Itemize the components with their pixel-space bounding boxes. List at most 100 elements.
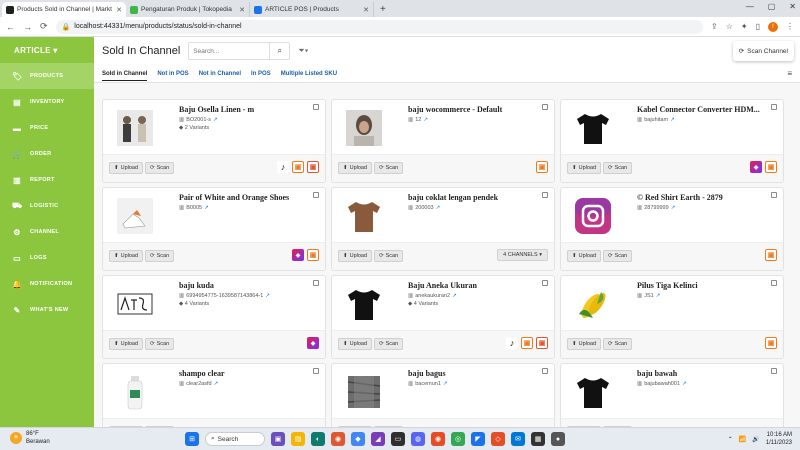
terminal-icon[interactable]: ▭ (391, 432, 405, 446)
upload-button[interactable]: ⬆Upload (567, 250, 602, 262)
tool-icon[interactable]: ◇ (491, 432, 505, 446)
product-name[interactable]: baju bawah (637, 369, 767, 378)
external-link-icon[interactable]: ↗ (656, 293, 661, 299)
chrome-profile-icon[interactable]: ◉ (431, 432, 445, 446)
select-checkbox[interactable] (542, 368, 548, 374)
close-tab-icon[interactable]: ✕ (239, 6, 245, 14)
obs-icon[interactable]: ● (551, 432, 565, 446)
tokopedia-icon[interactable]: ▣ (765, 161, 777, 173)
scan-button[interactable]: ⟳Scan (603, 250, 633, 262)
sidebar-item-what-s-new[interactable]: ✎ WHAT'S NEW (0, 297, 94, 323)
product-name[interactable]: baju bagus (408, 369, 538, 378)
tab-multiple-listed-sku[interactable]: Multiple Listed SKU (281, 71, 337, 77)
reload-icon[interactable]: ⟳ (40, 21, 48, 32)
star-icon[interactable]: ☆ (726, 22, 733, 31)
product-name[interactable]: baju wocommerce - Default (408, 105, 538, 114)
windows-start-icon[interactable]: ⊞ (185, 432, 199, 446)
select-checkbox[interactable] (771, 192, 777, 198)
app-icon[interactable]: ◎ (451, 432, 465, 446)
external-link-icon[interactable]: ↗ (214, 381, 219, 387)
external-link-icon[interactable]: ↗ (265, 293, 270, 299)
select-checkbox[interactable] (771, 280, 777, 286)
select-checkbox[interactable] (771, 104, 777, 110)
tokopedia-icon[interactable]: ▣ (307, 249, 319, 261)
back-icon[interactable]: ← (6, 22, 15, 32)
scan-channel-button[interactable]: ⟳ Scan Channel (732, 41, 794, 61)
photos-icon[interactable]: ▦ (531, 432, 545, 446)
upload-button[interactable]: ⬆Upload (567, 338, 602, 350)
filter-icon[interactable]: ⏷▾ (298, 46, 308, 56)
upload-button[interactable]: ⬆Upload (567, 162, 602, 174)
discord-icon[interactable]: ◍ (411, 432, 425, 446)
bukalapak-icon[interactable]: ◆ (750, 161, 762, 173)
shopee-icon[interactable]: ▣ (307, 161, 319, 173)
browser-menu-icon[interactable]: ⋮ (786, 22, 794, 31)
forward-icon[interactable]: → (23, 22, 32, 32)
sidebar-item-price[interactable]: ▬ PRICE (0, 115, 94, 141)
maximize-icon[interactable]: ▢ (768, 2, 776, 11)
volume-icon[interactable]: 🔊 (752, 436, 759, 443)
sidebar-item-logs[interactable]: ▭ LOGS (0, 245, 94, 271)
external-link-icon[interactable]: ↗ (436, 205, 441, 211)
browser-tab[interactable]: ARTICLE POS | Products ✕ (250, 2, 374, 17)
tab-sold-in-channel[interactable]: Sold in Channel (102, 71, 148, 81)
scan-button[interactable]: ⟳Scan (374, 338, 404, 350)
new-tab-button[interactable]: + (374, 4, 392, 17)
browser-tab[interactable]: Products Sold in Channel | Markt ✕ (2, 2, 126, 17)
select-checkbox[interactable] (313, 280, 319, 286)
close-tab-icon[interactable]: ✕ (363, 6, 369, 14)
upload-button[interactable]: ⬆Upload (338, 250, 373, 262)
chrome-icon[interactable]: ◉ (331, 432, 345, 446)
sidebar-item-logistic[interactable]: ⛟ LOGISTIC (0, 193, 94, 219)
scan-button[interactable]: ⟳Scan (374, 162, 404, 174)
select-checkbox[interactable] (542, 104, 548, 110)
sidebar-item-inventory[interactable]: ▤ INVENTORY (0, 89, 94, 115)
outlook-icon[interactable]: ✉ (511, 432, 525, 446)
scan-button[interactable]: ⟳Scan (603, 338, 633, 350)
close-window-icon[interactable]: ✕ (789, 2, 796, 11)
scan-button[interactable]: ⟳Scan (374, 250, 404, 262)
clock[interactable]: 10:16 AM 1/11/2023 (766, 431, 792, 447)
tokopedia-icon[interactable]: ▣ (292, 161, 304, 173)
external-link-icon[interactable]: ↗ (682, 381, 687, 387)
search-icon[interactable]: ⌕ (269, 43, 289, 59)
share-icon[interactable]: ⇪ (711, 22, 718, 31)
product-name[interactable]: Baju Aneka Ukuran (408, 281, 538, 290)
select-checkbox[interactable] (313, 192, 319, 198)
tokopedia-icon[interactable]: ▣ (536, 161, 548, 173)
product-name[interactable]: Pilus Tiga Kelinci (637, 281, 767, 290)
upload-button[interactable]: ⬆Upload (338, 162, 373, 174)
tiktok-icon[interactable]: ♪ (277, 161, 289, 173)
url-field[interactable]: 🔒 localhost:44331/menu/products/status/s… (55, 19, 704, 34)
product-name[interactable]: baju coklat lengan pendek (408, 193, 538, 202)
external-link-icon[interactable]: ↗ (671, 205, 676, 211)
tiktok-icon[interactable]: ♪ (506, 337, 518, 349)
external-link-icon[interactable]: ↗ (452, 293, 457, 299)
tokopedia-icon[interactable]: ▣ (765, 249, 777, 261)
brand-menu[interactable]: ARTICLE ▾ (0, 37, 94, 63)
file-explorer-icon[interactable]: ▤ (291, 432, 305, 446)
minimize-icon[interactable]: — (746, 2, 754, 11)
browser-tab[interactable]: Pengaturan Produk | Tokopedia ✕ (126, 2, 250, 17)
maps-icon[interactable]: ◆ (351, 432, 365, 446)
vscode-icon[interactable]: ◤ (471, 432, 485, 446)
select-checkbox[interactable] (542, 192, 548, 198)
meet-icon[interactable]: ▣ (271, 432, 285, 446)
external-link-icon[interactable]: ↗ (670, 117, 675, 123)
bukalapak-icon[interactable]: ◆ (307, 337, 319, 349)
upload-button[interactable]: ⬆Upload (109, 250, 144, 262)
tokopedia-icon[interactable]: ▣ (521, 337, 533, 349)
taskbar-search[interactable]: ⌕ Search (205, 432, 265, 446)
external-link-icon[interactable]: ↗ (443, 381, 448, 387)
channels-dropdown[interactable]: 4 CHANNELS ▾ (497, 249, 548, 261)
scan-button[interactable]: ⟳Scan (145, 250, 175, 262)
external-link-icon[interactable]: ↗ (213, 117, 218, 123)
sidebar-item-channel[interactable]: ⚙ CHANNEL (0, 219, 94, 245)
sidebar-item-report[interactable]: ▥ REPORT (0, 167, 94, 193)
external-link-icon[interactable]: ↗ (204, 205, 209, 211)
select-checkbox[interactable] (542, 280, 548, 286)
upload-button[interactable]: ⬆Upload (109, 338, 144, 350)
shopee-icon[interactable]: ▣ (536, 337, 548, 349)
close-tab-icon[interactable]: ✕ (116, 6, 122, 14)
select-checkbox[interactable] (313, 104, 319, 110)
